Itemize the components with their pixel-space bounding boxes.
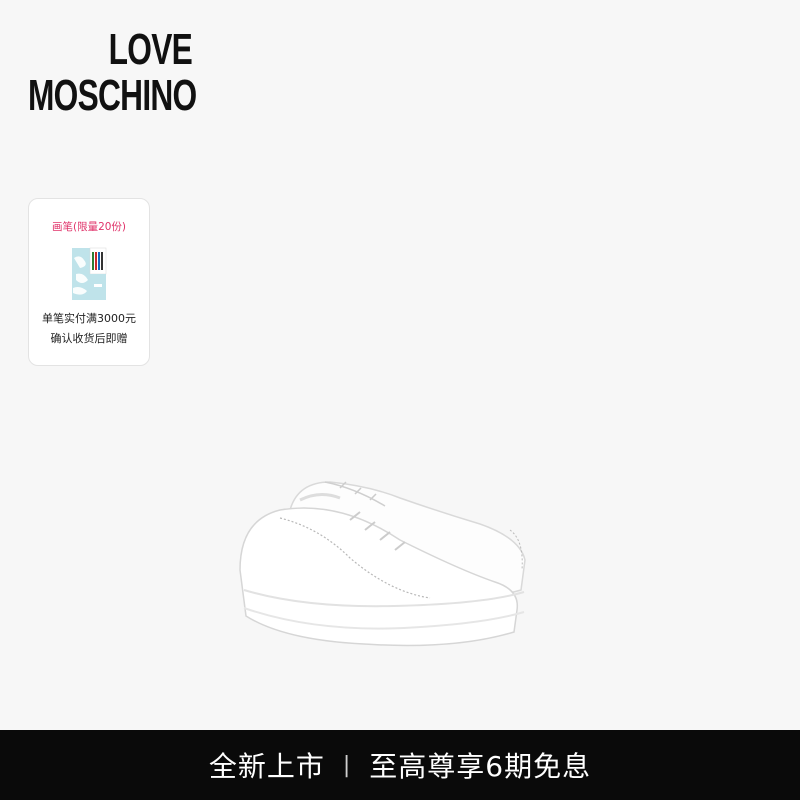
gift-promo-card[interactable]: 画笔(限量20份) 单笔实付满3000元 确认收货后即赠 xyxy=(28,198,150,366)
gift-condition: 单笔实付满3000元 xyxy=(42,312,136,325)
gift-delivery-note: 确认收货后即赠 xyxy=(50,332,128,345)
brand-logo-line1: LOVE xyxy=(108,25,193,74)
sneaker-product-image xyxy=(230,460,570,650)
brand-logo-line2: MOSCHINO xyxy=(28,71,197,120)
gift-title: 画笔(限量20份) xyxy=(51,221,127,233)
gift-pen-box-image xyxy=(70,244,108,302)
promo-separator: | xyxy=(342,752,352,778)
promo-banner[interactable]: 全新上市 | 至高尊享6期免息 xyxy=(0,730,800,800)
promo-new-arrival: 全新上市 xyxy=(208,750,325,783)
promo-installment: 至高尊享6期免息 xyxy=(369,750,592,783)
brand-logo: LOVE MOSCHINO xyxy=(28,25,197,120)
